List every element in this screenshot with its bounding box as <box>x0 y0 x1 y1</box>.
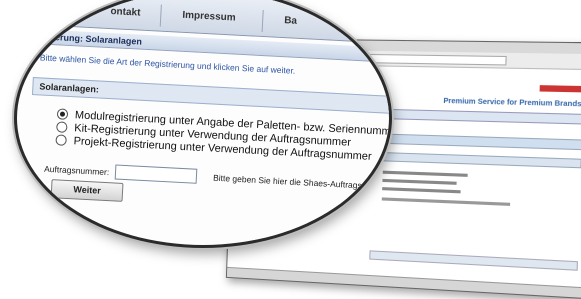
instruction-text: Bitte wählen Sie die Art der Registrieru… <box>39 52 296 76</box>
browser-statusbar <box>226 266 581 299</box>
brand-logo-bar <box>539 85 581 93</box>
order-number-label: Auftragsnummer: <box>43 163 110 177</box>
brand-slogan: Premium Service for Premium Brands <box>443 97 581 109</box>
order-line <box>381 197 511 206</box>
magnifier-lens: ontakt Impressum Ba strierung: Solaranla… <box>14 0 392 248</box>
order-number-hint: Bitte geben Sie hier die Shaes-Auftragsn… <box>212 172 379 191</box>
order-number-input[interactable] <box>114 164 198 184</box>
tab-divider <box>159 4 162 27</box>
next-button[interactable]: Weiter <box>50 179 124 202</box>
content-header-bar <box>373 133 581 151</box>
tab-impressum[interactable]: Impressum <box>182 10 236 24</box>
tab-divider <box>261 9 264 33</box>
radio-unselected[interactable] <box>56 121 68 133</box>
option-line <box>382 170 468 177</box>
content-footer-bar <box>369 250 579 271</box>
radio-selected[interactable] <box>56 108 69 120</box>
registration-options: Modulregistrierung unter Angabe der Pale… <box>55 107 389 164</box>
tab-partial[interactable]: Ba <box>284 15 297 27</box>
option-line <box>382 187 461 194</box>
option-line <box>382 178 457 185</box>
radio-unselected[interactable] <box>55 134 67 146</box>
tab-kontakt[interactable]: ontakt <box>110 6 141 19</box>
content-subheader-bar <box>372 151 581 169</box>
